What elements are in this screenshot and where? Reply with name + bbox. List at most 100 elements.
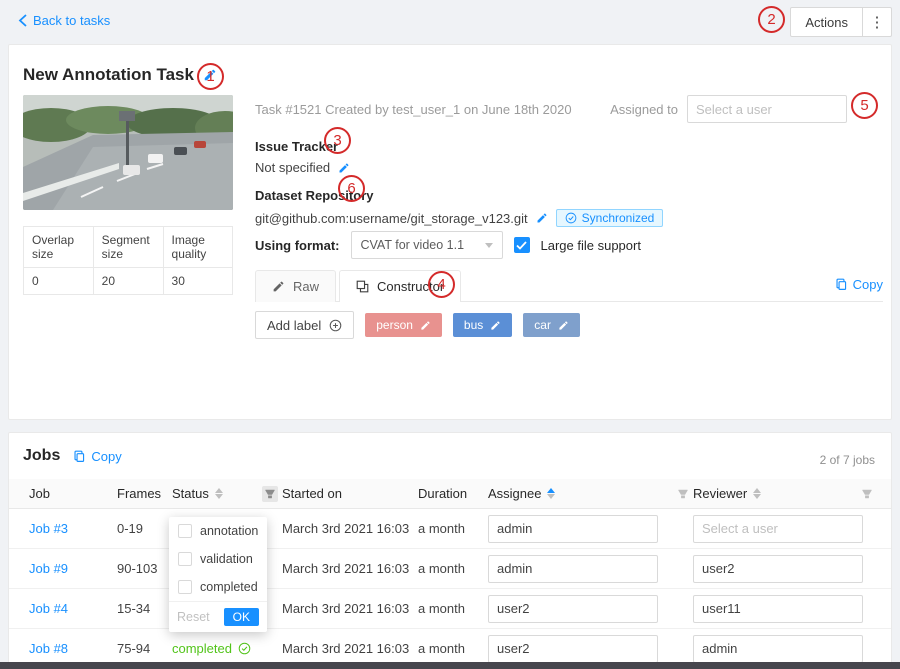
using-format-label: Using format: <box>255 238 340 253</box>
copy-jobs-button[interactable]: Copy <box>73 449 121 464</box>
task-meta: Task #1521 Created by test_user_1 on Jun… <box>255 102 572 117</box>
actions-button[interactable]: Actions ⋮ <box>790 7 892 37</box>
tab-raw[interactable]: Raw <box>255 270 336 302</box>
back-to-tasks-label: Back to tasks <box>33 13 110 28</box>
label-chip-bus-name: bus <box>464 318 483 332</box>
filter-option-label: completed <box>200 580 258 594</box>
started-cell: March 3rd 2021 16:03 <box>282 521 418 536</box>
sync-status-badge[interactable]: Synchronized <box>556 209 664 227</box>
assignee-input[interactable] <box>488 635 658 663</box>
job-link[interactable]: Job #3 <box>29 521 117 536</box>
copy-labels-button[interactable]: Copy <box>835 277 883 292</box>
status-completed-label: completed <box>172 641 232 656</box>
assigned-to-label: Assigned to <box>610 102 678 117</box>
col-reviewer: Reviewer <box>693 486 747 501</box>
jobs-table-header: Job Frames Status Started on Duration As… <box>9 479 891 509</box>
sync-status-label: Synchronized <box>582 211 655 225</box>
label-chip-bus[interactable]: bus <box>453 313 512 337</box>
back-to-tasks-link[interactable]: Back to tasks <box>18 13 110 28</box>
chevron-down-icon <box>485 243 493 248</box>
frames-cell: 75-94 <box>117 641 172 656</box>
filter-option-label: annotation <box>200 524 258 538</box>
plus-circle-icon <box>329 319 342 332</box>
large-file-support-label: Large file support <box>541 238 641 253</box>
frames-cell: 90-103 <box>117 561 172 576</box>
col-frames: Frames <box>117 486 161 501</box>
dataset-repository-section: Dataset Repository git@github.com:userna… <box>255 188 663 227</box>
job-link[interactable]: Job #9 <box>29 561 117 576</box>
format-select[interactable]: CVAT for video 1.1 <box>351 231 503 259</box>
job-link[interactable]: Job #4 <box>29 601 117 616</box>
label-chip-person-name: person <box>376 318 413 332</box>
more-vertical-icon[interactable]: ⋮ <box>863 13 891 31</box>
assignee-input[interactable] <box>488 515 658 543</box>
format-row: Using format: CVAT for video 1.1 Large f… <box>255 231 641 259</box>
annotation-circle-2: 2 <box>758 6 785 33</box>
copy-icon <box>73 450 86 463</box>
labels-row: Add label person bus car <box>255 311 580 339</box>
copy-jobs-label: Copy <box>91 449 121 464</box>
assignee-select[interactable] <box>687 95 847 123</box>
status-filter-dropdown: annotation validation completed Reset OK <box>169 517 267 632</box>
format-select-value: CVAT for video 1.1 <box>361 238 465 252</box>
repository-url: git@github.com:username/git_storage_v123… <box>255 211 528 226</box>
param-value-overlap: 0 <box>24 268 94 295</box>
filter-reset-button[interactable]: Reset <box>177 610 210 624</box>
duration-cell: a month <box>418 601 488 616</box>
check-icon <box>516 241 527 250</box>
assignee-sorter[interactable] <box>547 488 555 499</box>
job-link[interactable]: Job #8 <box>29 641 117 656</box>
actions-label: Actions <box>791 15 862 30</box>
reviewer-input[interactable] <box>693 515 863 543</box>
label-chip-car-name: car <box>534 318 551 332</box>
large-file-support-checkbox[interactable] <box>514 237 530 253</box>
param-value-segment: 20 <box>93 268 163 295</box>
edit-label-icon[interactable] <box>420 320 431 331</box>
check-circle-icon <box>565 212 577 224</box>
assignee-input[interactable] <box>488 555 658 583</box>
filter-option-annotation[interactable]: annotation <box>169 517 267 545</box>
label-chip-person[interactable]: person <box>365 313 442 337</box>
checkbox[interactable] <box>178 580 192 594</box>
col-duration: Duration <box>418 486 467 501</box>
reviewer-input[interactable] <box>693 555 863 583</box>
add-label-text: Add label <box>267 318 321 333</box>
check-circle-icon <box>238 642 251 655</box>
annotation-circle-1: 1 <box>197 63 224 90</box>
duration-cell: a month <box>418 521 488 536</box>
status-sorter[interactable] <box>215 488 223 499</box>
chevron-left-icon <box>18 14 27 27</box>
jobs-header: Jobs Copy <box>23 447 122 465</box>
add-label-button[interactable]: Add label <box>255 311 354 339</box>
status-filter-icon[interactable] <box>262 486 278 502</box>
task-params-table: Overlap size Segment size Image quality … <box>23 226 233 295</box>
edit-label-icon[interactable] <box>490 320 501 331</box>
col-job: Job <box>29 486 50 501</box>
checkbox[interactable] <box>178 552 192 566</box>
checkbox[interactable] <box>178 524 192 538</box>
started-cell: March 3rd 2021 16:03 <box>282 601 418 616</box>
annotation-circle-6: 6 <box>338 175 365 202</box>
annotation-circle-4: 4 <box>428 271 455 298</box>
edit-label-icon[interactable] <box>558 320 569 331</box>
pencil-icon <box>272 280 285 293</box>
reviewer-input[interactable] <box>693 635 863 663</box>
edit-issue-tracker-icon[interactable] <box>338 162 350 174</box>
assignee-filter-icon[interactable] <box>677 488 689 500</box>
task-title-row: New Annotation Task <box>23 65 217 85</box>
filter-option-completed[interactable]: completed <box>169 573 267 601</box>
param-value-quality: 30 <box>163 268 232 295</box>
annotation-circle-3: 3 <box>324 127 351 154</box>
issue-tracker-value: Not specified <box>255 160 330 175</box>
reviewer-input[interactable] <box>693 595 863 623</box>
reviewer-filter-icon[interactable] <box>861 488 873 500</box>
filter-option-validation[interactable]: validation <box>169 545 267 573</box>
label-chip-car[interactable]: car <box>523 313 580 337</box>
filter-ok-button[interactable]: OK <box>224 608 259 626</box>
reviewer-sorter[interactable] <box>753 488 761 499</box>
param-header-quality: Image quality <box>163 227 232 268</box>
jobs-card: Jobs Copy 2 of 7 jobs Job Frames Status … <box>8 432 892 669</box>
duration-cell: a month <box>418 641 488 656</box>
assignee-input[interactable] <box>488 595 658 623</box>
edit-repository-icon[interactable] <box>536 212 548 224</box>
